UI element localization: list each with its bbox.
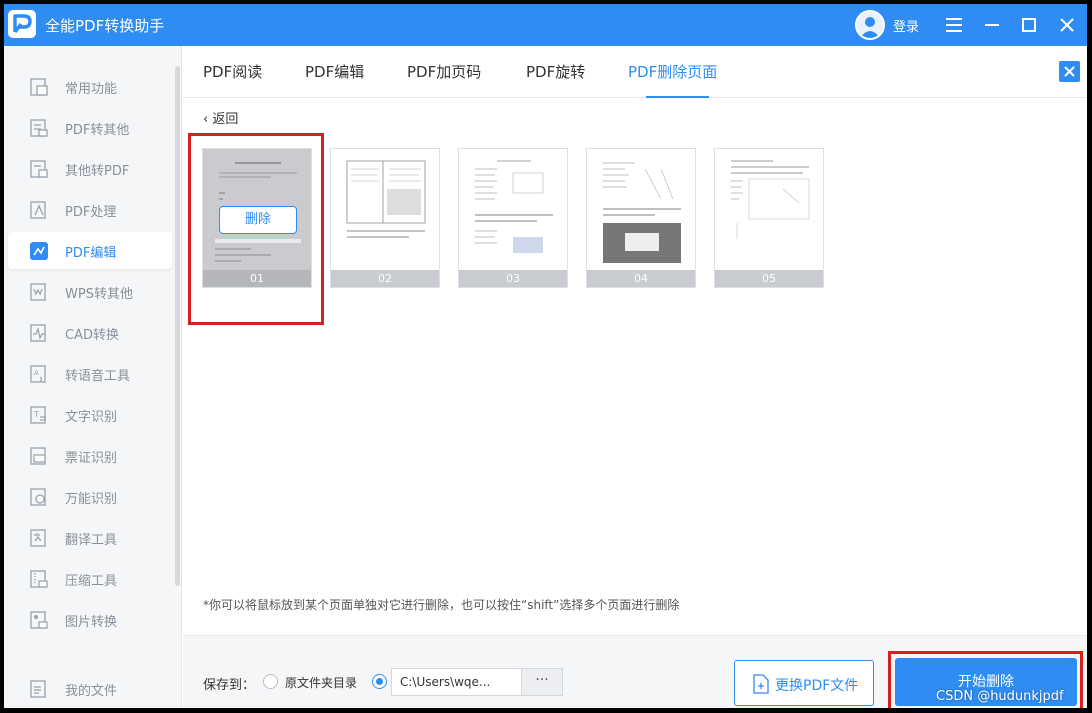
tab-pdf-edit[interactable]: PDF编辑 xyxy=(305,61,364,82)
image-convert-icon xyxy=(29,610,49,630)
page-preview xyxy=(475,160,553,253)
save-to-label: 保存到： xyxy=(203,678,256,693)
add-file-icon xyxy=(752,674,770,694)
save-path-field[interactable]: C:\Users\wqe... xyxy=(391,668,521,696)
page-preview xyxy=(346,160,426,238)
highlight-box xyxy=(188,133,324,325)
menu-icon[interactable] xyxy=(941,12,967,38)
page-thumbnail[interactable]: 02 xyxy=(330,148,440,288)
wps-convert-icon xyxy=(29,282,49,302)
sidebar-item-compress[interactable]: 压缩工具 xyxy=(8,560,172,597)
minimize-icon[interactable] xyxy=(979,12,1005,38)
sidebar-item-ticket[interactable]: 票证识别 xyxy=(8,437,172,474)
sidebar-item-my-files[interactable]: 我的文件 xyxy=(8,670,172,707)
browse-path-button[interactable]: ··· xyxy=(521,668,563,696)
page-thumbnail[interactable]: 05 xyxy=(714,148,824,288)
page-preview xyxy=(603,162,681,263)
app-logo-icon xyxy=(8,10,36,38)
tab-bar: PDF阅读 PDF编辑 PDF加页码 PDF旋转 PDF删除页面 xyxy=(183,46,1087,98)
pdf-edit-icon xyxy=(29,241,49,261)
cad-convert-icon xyxy=(29,323,49,343)
delete-hint: *你可以将鼠标放到某个页面单独对它进行删除，也可以按住“shift”选择多个页面… xyxy=(203,598,680,612)
ocr-icon: T xyxy=(29,405,49,425)
app-window: 全能PDF转换助手 登录 常用功能 PDF转其他 其他转PDF PDF处理 PD… xyxy=(4,4,1087,708)
ticket-recognition-icon xyxy=(29,446,49,466)
svg-text:A: A xyxy=(34,369,39,377)
sidebar-item-cad-convert[interactable]: CAD转换 xyxy=(8,314,172,351)
sidebar-item-common[interactable]: 常用功能 xyxy=(8,68,172,105)
page-number: 03 xyxy=(459,270,567,287)
text-to-speech-icon: A xyxy=(29,364,49,384)
close-icon[interactable] xyxy=(1054,12,1080,38)
svg-text:T: T xyxy=(33,410,39,419)
watermark: CSDN @hudunkjpdf xyxy=(936,689,1064,704)
tab-pdf-page-number[interactable]: PDF加页码 xyxy=(407,61,481,82)
universal-recognition-icon xyxy=(29,487,49,507)
radio-source-dir-label[interactable]: 原文件夹目录 xyxy=(285,674,357,691)
pdf-process-icon xyxy=(29,200,49,220)
sidebar-item-image-convert[interactable]: 图片转换 xyxy=(8,601,172,638)
maximize-icon[interactable] xyxy=(1016,12,1042,38)
tab-pdf-read[interactable]: PDF阅读 xyxy=(203,61,262,82)
page-preview xyxy=(731,160,810,239)
my-files-icon xyxy=(29,679,49,699)
sidebar-item-pdf-process[interactable]: PDF处理 xyxy=(8,191,172,228)
chevron-left-icon: ‹ xyxy=(203,112,209,127)
compress-icon xyxy=(29,569,49,589)
page-thumbnail[interactable]: 03 xyxy=(458,148,568,288)
title-bar: 全能PDF转换助手 登录 xyxy=(4,4,1087,46)
sidebar-item-wps-convert[interactable]: WPS转其他 xyxy=(8,273,172,310)
sidebar-scrollbar[interactable] xyxy=(175,66,180,586)
radio-custom-path[interactable] xyxy=(372,674,387,689)
active-tab-indicator xyxy=(646,96,709,98)
sidebar-item-text-to-speech[interactable]: A 转语音工具 xyxy=(8,355,172,392)
sidebar: 常用功能 PDF转其他 其他转PDF PDF处理 PDF编辑 WPS转其他 CA… xyxy=(4,46,182,708)
sidebar-item-universal[interactable]: 万能识别 xyxy=(8,478,172,515)
tab-pdf-delete-pages[interactable]: PDF删除页面 xyxy=(628,61,717,82)
sidebar-item-pdf-to-other[interactable]: PDF转其他 xyxy=(8,109,172,146)
close-panel-icon[interactable] xyxy=(1059,61,1080,82)
sidebar-item-ocr[interactable]: T 文字识别 xyxy=(8,396,172,433)
sidebar-item-other-to-pdf[interactable]: 其他转PDF xyxy=(8,150,172,187)
page-number: 04 xyxy=(587,270,695,287)
page-thumbnail[interactable]: 04 xyxy=(586,148,696,288)
other-to-pdf-icon xyxy=(29,159,49,179)
page-number: 05 xyxy=(715,270,823,287)
tab-pdf-rotate[interactable]: PDF旋转 xyxy=(526,61,585,82)
pdf-to-other-icon xyxy=(29,118,49,138)
page-number: 02 xyxy=(331,270,439,287)
translate-icon xyxy=(29,528,49,548)
sidebar-item-pdf-edit[interactable]: PDF编辑 xyxy=(8,232,172,269)
change-pdf-button[interactable]: 更换PDF文件 xyxy=(734,660,874,706)
login-link[interactable]: 登录 xyxy=(893,16,919,35)
common-functions-icon xyxy=(29,77,49,97)
avatar-icon[interactable] xyxy=(855,10,885,40)
app-title: 全能PDF转换助手 xyxy=(45,17,165,35)
back-link[interactable]: ‹ 返回 xyxy=(203,108,238,127)
sidebar-item-translate[interactable]: 翻译工具 xyxy=(8,519,172,556)
radio-source-dir[interactable] xyxy=(263,674,278,689)
